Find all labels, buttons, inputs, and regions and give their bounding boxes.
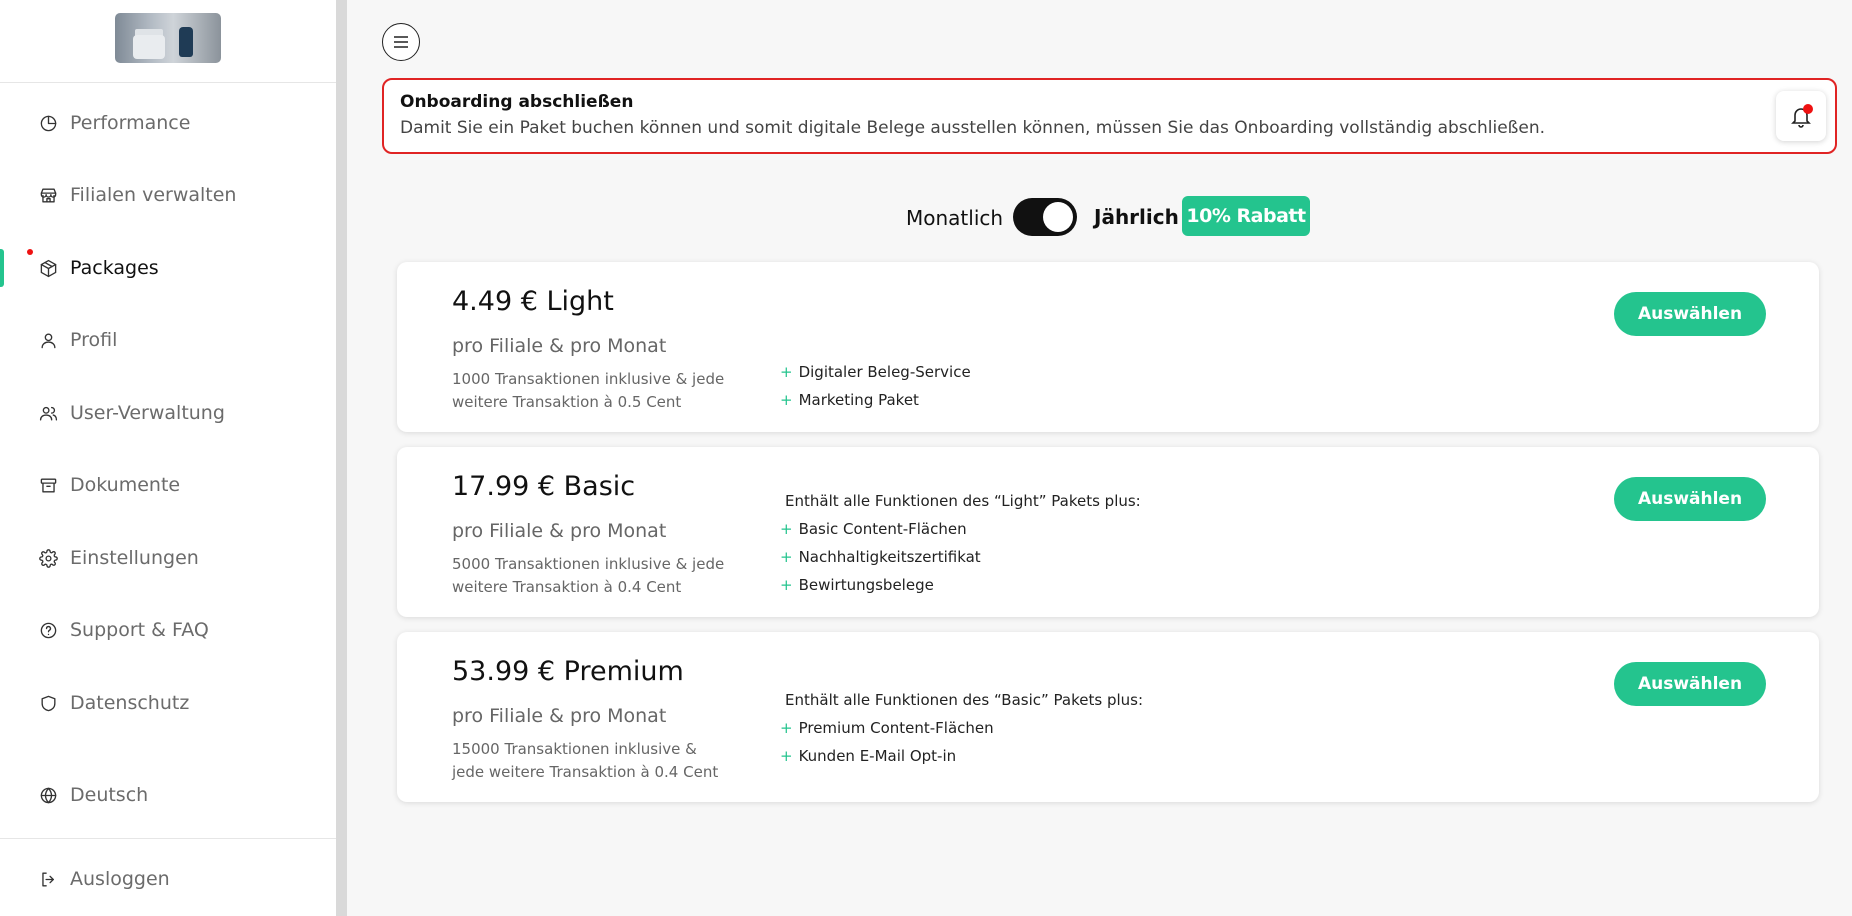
plus-icon: + [780,719,793,737]
sidebar-scrollbar[interactable] [336,0,347,916]
hamburger-icon [394,36,408,48]
plus-icon: + [780,520,793,538]
logout-icon [38,869,58,889]
shield-icon [38,693,58,713]
help-circle-icon [38,620,58,640]
pie-chart-icon [38,113,58,133]
gear-icon [38,548,58,568]
feature-item: + Marketing Paket [780,391,919,409]
sidebar-item-label: Deutsch [70,784,149,806]
sidebar-item-label: Einstellungen [70,547,199,569]
sidebar-item-user-verwaltung[interactable]: User-Verwaltung [0,391,336,435]
sidebar-item-label: User-Verwaltung [70,402,225,424]
alert-text: Damit Sie ein Paket buchen können und so… [400,118,1546,138]
sidebar-item-language[interactable]: Deutsch [0,773,336,817]
package-features: Enthält alle Funktionen des “Basic” Pake… [780,686,1143,770]
sidebar-item-profil[interactable]: Profil [0,318,336,362]
package-card-basic: 17.99 € Basic pro Filiale & pro Monat 50… [397,447,1819,617]
feature-item: + Kunden E-Mail Opt-in [780,747,957,765]
billing-toggle-row: Monatlich Jährlich 10% Rabatt [347,196,1852,238]
archive-icon [38,475,58,495]
package-card-premium: 53.99 € Premium pro Filiale & pro Monat … [397,632,1819,802]
package-title: 53.99 € Premium [452,656,684,687]
sidebar-item-label: Performance [70,112,191,134]
select-premium-button[interactable]: Auswählen [1614,662,1766,706]
sidebar-item-packages[interactable]: Packages [0,246,336,290]
menu-toggle-button[interactable] [382,23,420,61]
sidebar-item-label: Profil [70,329,118,351]
discount-badge: 10% Rabatt [1182,196,1310,236]
feature-item: + Nachhaltigkeitszertifikat [780,548,981,566]
package-title: 4.49 € Light [452,286,614,317]
sidebar-item-support-faq[interactable]: Support & FAQ [0,608,336,652]
billing-period-toggle[interactable] [1013,198,1077,236]
sidebar-item-performance[interactable]: Performance [0,101,336,145]
sidebar-item-logout[interactable]: Ausloggen [0,857,336,901]
feature-item: + Bewirtungsbelege [780,576,934,594]
feature-intro: Enthält alle Funktionen des “Basic” Pake… [785,691,1144,709]
main-content: Onboarding abschließen Damit Sie ein Pak… [347,0,1852,916]
sidebar-item-label: Dokumente [70,474,181,496]
package-features: Enthält alle Funktionen des “Light” Pake… [780,487,1141,599]
store-icon [38,185,58,205]
sidebar-item-datenschutz[interactable]: Datenschutz [0,681,336,725]
plus-icon: + [780,391,793,409]
plus-icon: + [780,576,793,594]
sidebar-item-label: Packages [70,257,159,279]
logo-area [0,0,336,83]
select-basic-button[interactable]: Auswählen [1614,477,1766,521]
plus-icon: + [780,747,793,765]
sidebar-item-einstellungen[interactable]: Einstellungen [0,536,336,580]
feature-item: + Digitaler Beleg-Service [780,363,971,381]
sidebar-item-dokumente[interactable]: Dokumente [0,463,336,507]
sidebar: Performance Filialen verwalten Packages … [0,0,336,916]
onboarding-alert: Onboarding abschließen Damit Sie ein Pak… [382,78,1837,154]
package-transactions: 5000 Transaktionen inklusive & jede weit… [452,555,725,596]
plus-icon: + [780,363,793,381]
brand-logo-image[interactable] [115,13,221,63]
package-features: + Digitaler Beleg-Service + Marketing Pake… [780,358,971,414]
select-light-button[interactable]: Auswählen [1614,292,1766,336]
yearly-label[interactable]: Jährlich [1094,205,1179,229]
feature-item: + Premium Content-Flächen [780,719,994,737]
package-subtitle: pro Filiale & pro Monat [452,705,667,727]
user-icon [38,330,58,350]
feature-intro: Enthält alle Funktionen des “Light” Pake… [785,492,1141,510]
package-icon [38,258,58,278]
sidebar-item-label: Support & FAQ [70,619,209,641]
sidebar-item-label: Filialen verwalten [70,184,237,206]
package-transactions: 1000 Transaktionen inklusive & jede weit… [452,370,725,411]
package-subtitle: pro Filiale & pro Monat [452,520,667,542]
package-title: 17.99 € Basic [452,471,636,502]
package-card-light: 4.49 € Light pro Filiale & pro Monat 100… [397,262,1819,432]
sidebar-divider [0,838,336,839]
users-icon [38,403,58,423]
package-transactions: 15000 Transaktionen inklusive & jede wei… [452,740,719,781]
notifications-button[interactable] [1776,91,1826,141]
globe-icon [38,785,58,805]
monthly-label[interactable]: Monatlich [906,206,1003,230]
sidebar-item-label: Ausloggen [70,868,170,890]
notification-dot [1803,104,1813,114]
feature-item: + Basic Content-Flächen [780,520,967,538]
sidebar-item-filialen[interactable]: Filialen verwalten [0,173,336,217]
alert-title: Onboarding abschließen [400,92,634,112]
sidebar-item-label: Datenschutz [70,692,190,714]
plus-icon: + [780,548,793,566]
toggle-knob [1043,202,1073,232]
package-subtitle: pro Filiale & pro Monat [452,335,667,357]
